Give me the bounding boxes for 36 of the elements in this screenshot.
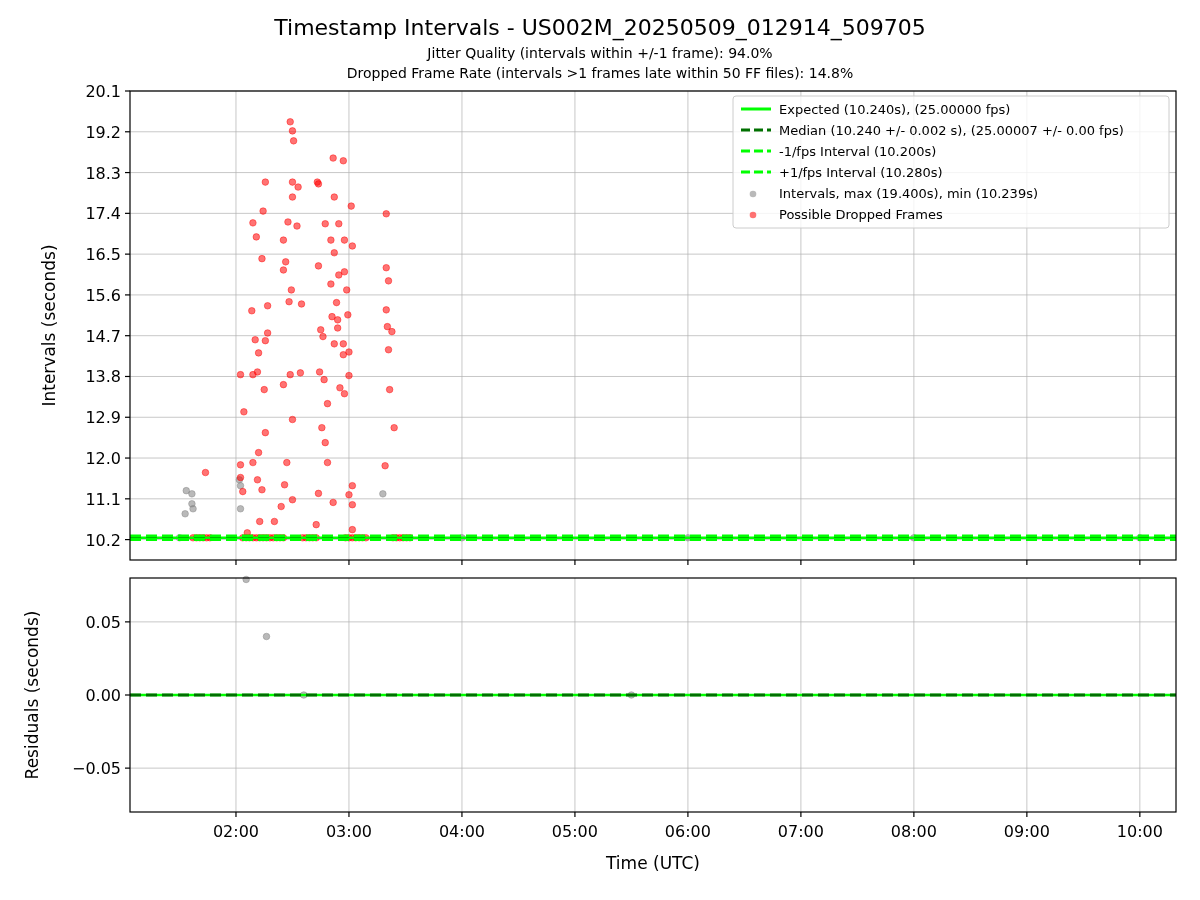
tick-label: 16.5 <box>85 245 121 265</box>
tick-label: 12.0 <box>85 449 121 469</box>
tick-label: 20.1 <box>85 82 121 101</box>
tick-label: 18.3 <box>85 163 121 183</box>
tick-label: 17.4 <box>85 204 121 224</box>
tick-label: 03:00 <box>325 822 372 841</box>
tick-label: 0.05 <box>85 612 121 632</box>
tick-label: 19.2 <box>85 122 121 142</box>
tick-label: 10.2 <box>85 530 121 550</box>
tick-label: 09:00 <box>1003 822 1050 841</box>
tick-label: 12.9 <box>85 408 121 428</box>
tick-label: 04:00 <box>438 822 485 841</box>
tick-label: 0.00 <box>85 686 121 705</box>
chart-subtitle: Dropped Frame Rate (intervals >1 frames late within 50 FF files): 14.8% <box>346 64 854 82</box>
tick-label: 05:00 <box>551 822 598 841</box>
tick-label: 11.1 <box>85 489 121 509</box>
legend-label: -1/fps Interval (10.200s) <box>779 144 937 159</box>
axis-label: Intervals (seconds) <box>39 244 59 407</box>
tick-label: 02:00 <box>212 822 260 841</box>
legend-label: Intervals, max (19.400s), min (10.239s) <box>779 186 1038 201</box>
axis-label: Residuals (seconds) <box>22 610 42 780</box>
tick-label: 06:00 <box>664 822 711 841</box>
legend-label: Possible Dropped Frames <box>779 207 943 222</box>
tick-label: 14.7 <box>85 326 121 346</box>
chart-subtitle: Jitter Quality (intervals within +/-1 frame): 94.0% <box>427 44 773 63</box>
legend-label: Median (10.240 +/- 0.002 s), (25.00007 +/- 0.00 fps) <box>779 123 1124 138</box>
tick-label: −0.05 <box>71 759 121 779</box>
tick-label: 10:00 <box>1116 822 1163 841</box>
chart-title: Timestamp Intervals - US002M_20250509_012914_509705 <box>274 14 926 42</box>
axis-label: Time (UTC) <box>606 853 700 873</box>
legend-label: +1/fps Interval (10.280s) <box>779 165 943 180</box>
legend-label: Expected (10.240s), (25.00000 fps) <box>779 102 1011 117</box>
tick-label: 07:00 <box>777 822 824 841</box>
tick-label: 08:00 <box>890 822 937 841</box>
tick-label: 15.6 <box>85 285 121 305</box>
tick-label: 13.8 <box>85 367 121 387</box>
